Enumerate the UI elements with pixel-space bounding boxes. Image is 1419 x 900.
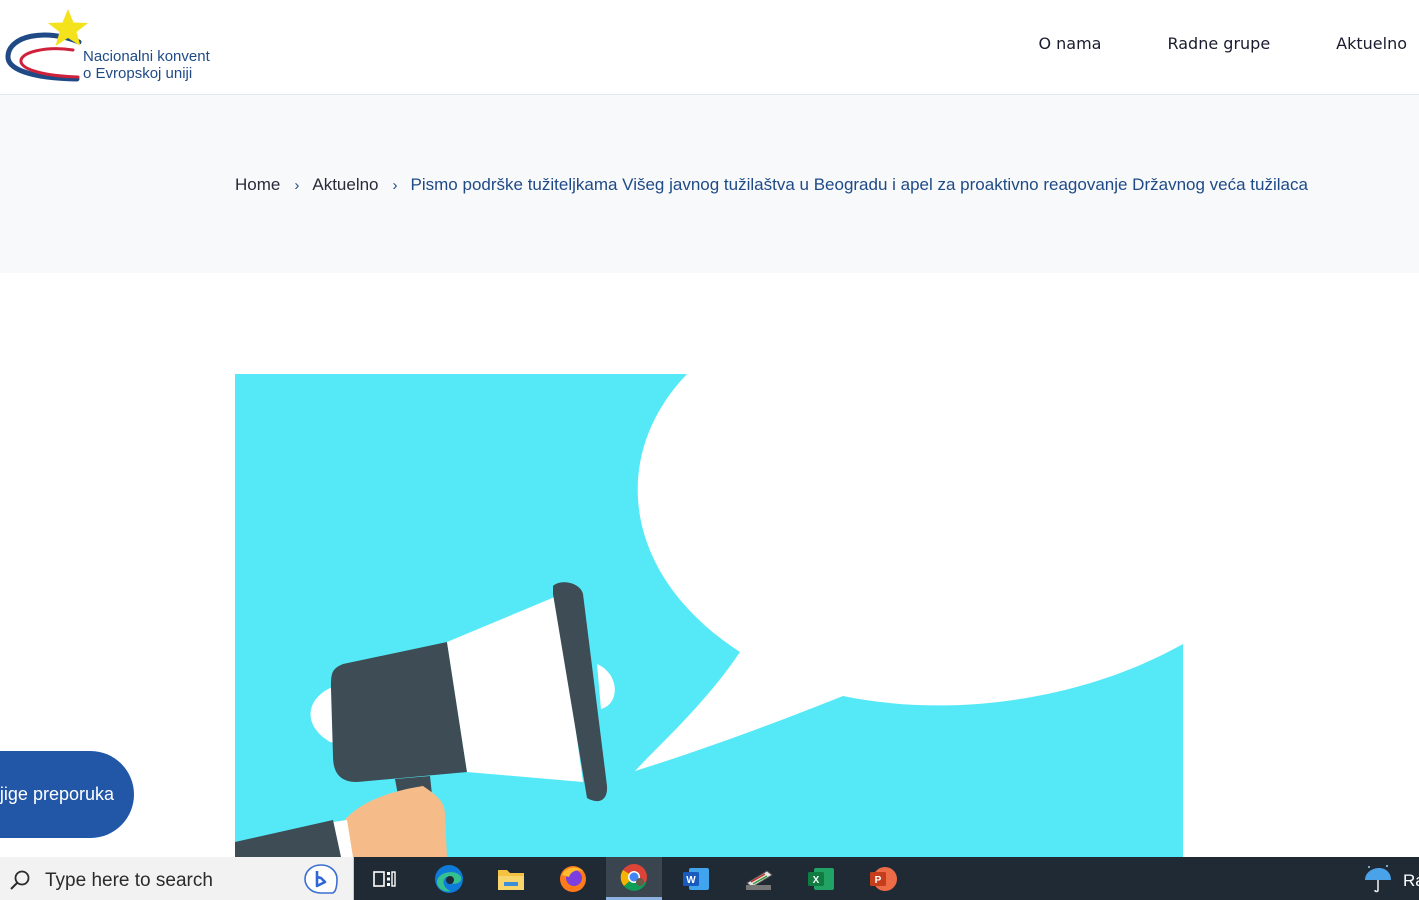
logo-line-2: o Evropskoj uniji — [83, 65, 193, 82]
hand-shape — [340, 786, 447, 857]
svg-text:W: W — [686, 875, 696, 886]
logo-line-1: Nacionalni konvent — [83, 48, 210, 65]
weather-umbrella-icon[interactable] — [1361, 864, 1393, 894]
svg-text:X: X — [813, 875, 820, 886]
page: Nacionalni konvent o Evropskoj uniji O n… — [0, 0, 1419, 900]
edge-icon[interactable] — [423, 857, 475, 900]
breadcrumb-separator: › — [392, 176, 398, 194]
knjige-preporuka-button[interactable]: Knjige preporuka — [0, 751, 134, 838]
firefox-icon[interactable] — [547, 857, 599, 900]
logo-emblem-icon — [5, 9, 88, 82]
breadcrumb-current: Pismo podrške tužiteljkama Višeg javnog … — [410, 175, 1308, 194]
chrome-icon[interactable] — [606, 857, 662, 900]
bing-chat-icon[interactable] — [303, 863, 339, 895]
breadcrumb: Home › Aktuelno › Pismo podrške tužitelj… — [235, 175, 1308, 195]
search-icon — [10, 870, 30, 890]
task-view-icon[interactable] — [359, 857, 411, 900]
breadcrumb-aktuelno[interactable]: Aktuelno — [312, 175, 378, 195]
breadcrumb-separator: › — [294, 176, 300, 194]
windows-taskbar: Type here to search W X P R — [0, 857, 1419, 900]
file-explorer-icon[interactable] — [485, 857, 537, 900]
site-logo[interactable]: Nacionalni konvent o Evropskoj uniji — [5, 6, 235, 88]
nav-radne-grupe[interactable]: Radne grupe — [1167, 34, 1270, 53]
breadcrumb-home[interactable]: Home — [235, 175, 280, 195]
word-icon[interactable]: W — [670, 857, 722, 900]
breadcrumb-band: Home › Aktuelno › Pismo podrške tužitelj… — [0, 95, 1419, 273]
taskbar-search-placeholder: Type here to search — [45, 870, 213, 891]
svg-text:P: P — [875, 875, 882, 886]
nav-aktuelno[interactable]: Aktuelno — [1336, 34, 1407, 53]
hero-image — [235, 374, 1183, 857]
site-header: Nacionalni konvent o Evropskoj uniji O n… — [0, 0, 1419, 95]
speech-bubble-shape — [635, 374, 1183, 771]
weather-text[interactable]: Ra — [1403, 871, 1419, 891]
scanner-icon[interactable] — [733, 857, 785, 900]
megaphone-illustration — [235, 374, 1183, 857]
powerpoint-icon[interactable]: P — [857, 857, 909, 900]
nav-o-nama[interactable]: O nama — [1038, 34, 1101, 53]
megaphone-body — [331, 642, 467, 782]
main-nav: O nama Radne grupe Aktuelno — [972, 34, 1407, 53]
taskbar-search-box[interactable]: Type here to search — [0, 857, 354, 900]
suit-sleeve — [235, 820, 341, 857]
megaphone-mouth-glow — [597, 664, 615, 709]
excel-icon[interactable]: X — [795, 857, 847, 900]
logo-text: Nacionalni konvent o Evropskoj uniji — [83, 48, 210, 82]
